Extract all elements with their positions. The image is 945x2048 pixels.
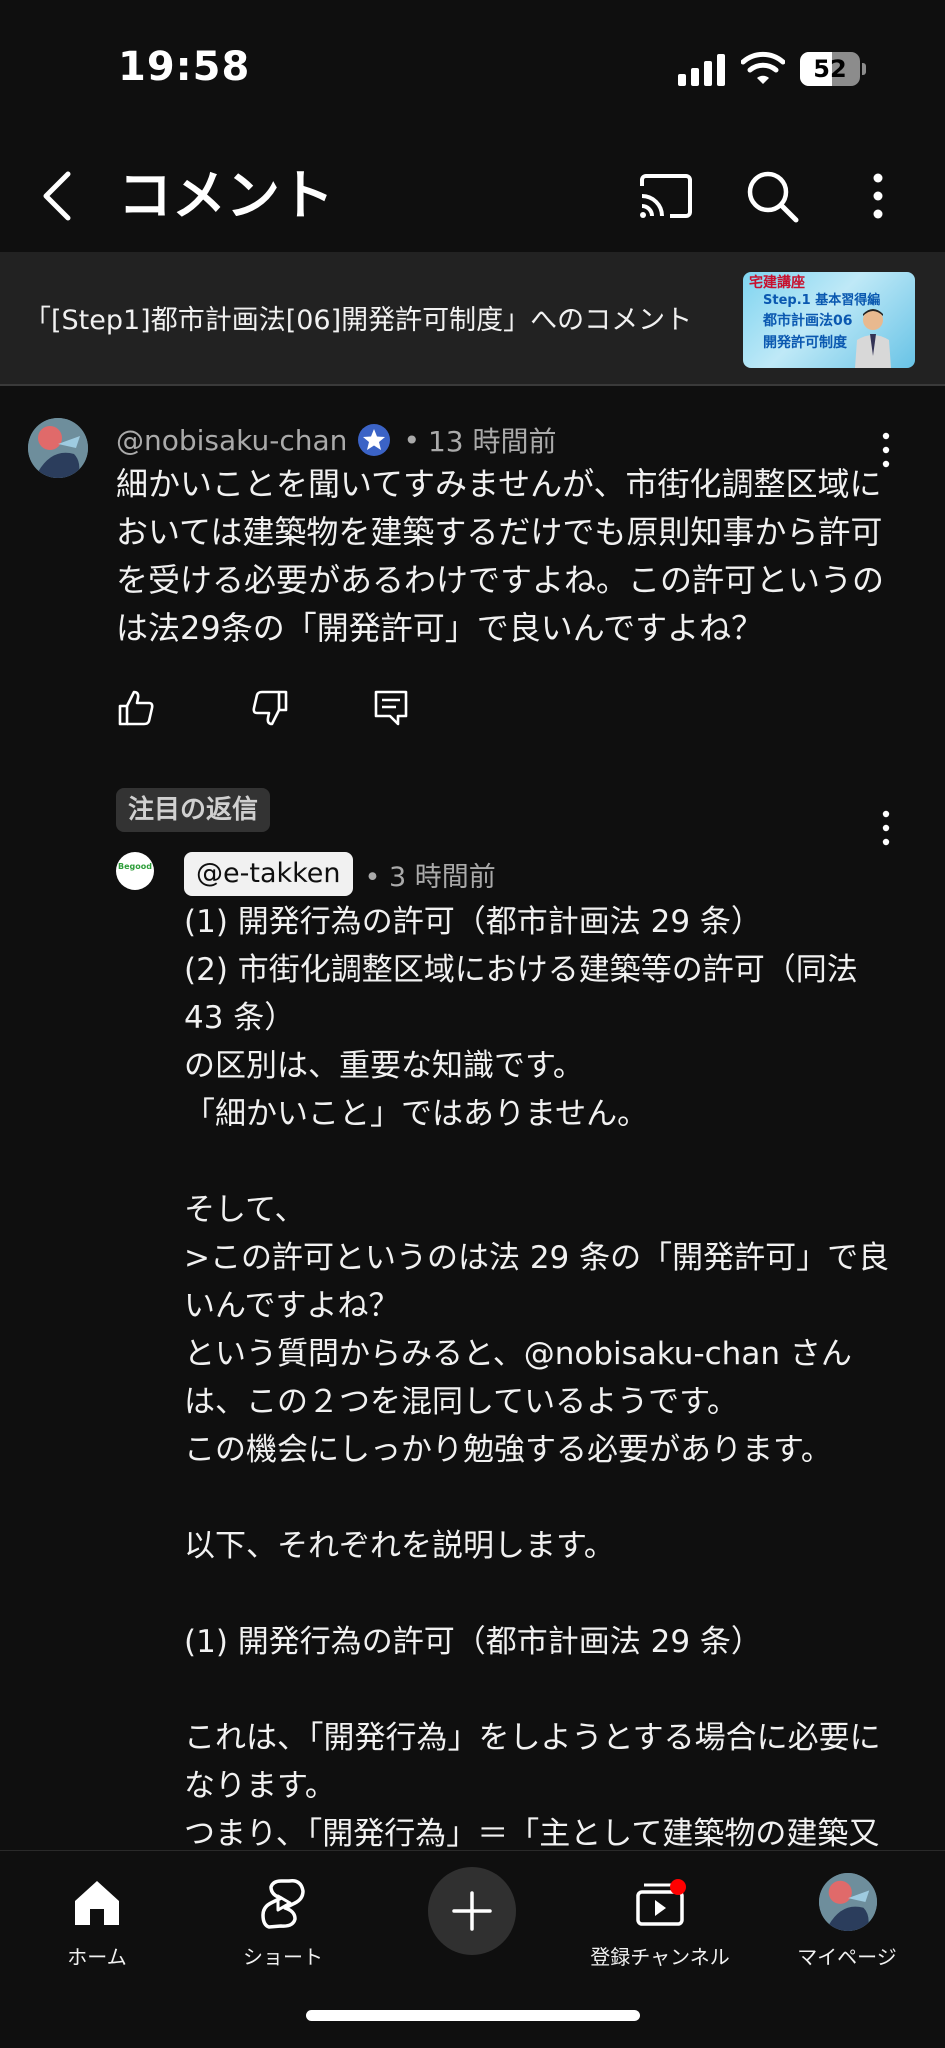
reply-meta: @e-takken • 3 時間前 <box>184 852 496 896</box>
nav-shorts-label: ショート <box>243 1945 323 1969</box>
reply-text-line: なります。 <box>184 1768 336 1804</box>
reply-text-line: (2) 市街化調整区域における建築等の許可（同法 <box>184 952 858 988</box>
reply-author[interactable]: @e-takken <box>184 852 353 896</box>
reply-time: • 3 時間前 <box>364 861 496 893</box>
status-bar: 19:58 52 <box>0 0 945 140</box>
thumbs-down-icon[interactable] <box>250 688 290 728</box>
shorts-icon <box>261 1878 305 1929</box>
meta-separator: • <box>403 423 420 457</box>
reply-text-line: 43 条） <box>184 1000 296 1036</box>
comment-text: 細かいことを聞いてすみませんが、市街化調整区域においては建築物を建築するだけでも… <box>116 465 885 647</box>
search-icon[interactable] <box>742 166 802 226</box>
video-caption: 「[Step1]都市計画法[06]開発許可制度」へのコメント <box>24 305 693 336</box>
battery-icon: 52 <box>800 52 866 86</box>
reply-text-line: この機会にしっかり勉強する必要があります。 <box>184 1432 832 1468</box>
wifi-icon <box>741 51 785 84</box>
reply-text-line: そして、 <box>184 1192 306 1228</box>
avatar-image <box>819 1873 877 1931</box>
home-indicator <box>306 2010 640 2021</box>
more-options-icon[interactable] <box>862 168 894 224</box>
cast-icon[interactable] <box>636 168 696 224</box>
reply-text-line <box>184 1138 884 1186</box>
commenter-avatar[interactable] <box>28 418 88 478</box>
member-badge-icon <box>358 424 391 456</box>
plus-icon <box>452 1891 492 1931</box>
nav-mypage-label: マイページ <box>797 1945 897 1969</box>
comment-time: 13 時間前 <box>427 425 557 458</box>
create-button[interactable] <box>428 1867 516 1955</box>
thumbnail-text: 開発許可制度 <box>763 335 847 351</box>
reply-time-value: 3 時間前 <box>389 861 496 893</box>
reply-text-line: は、この２つを混同しているようです。 <box>184 1384 738 1420</box>
nav-home[interactable]: ホーム <box>22 1861 172 1969</box>
avatar-image <box>28 418 88 478</box>
reply-text-line: (1) 開発行為の許可（都市計画法 29 条） <box>184 1624 762 1660</box>
reply-icon[interactable] <box>372 688 410 728</box>
reply-text-line <box>184 1474 884 1522</box>
highlighted-reply-badge: 注目の返信 <box>116 788 271 832</box>
notification-dot <box>670 1879 686 1895</box>
reply-menu-icon[interactable] <box>876 806 896 850</box>
reply-text-line: 以下、それぞれを説明します。 <box>184 1528 615 1564</box>
reply-author-avatar[interactable]: Begood <box>116 852 154 890</box>
app-header: コメント <box>0 140 945 252</box>
thumbs-up-icon[interactable] <box>116 688 156 728</box>
cellular-signal-icon <box>678 54 725 86</box>
page-title: コメント <box>118 164 334 227</box>
nav-subscriptions-label: 登録チャンネル <box>590 1945 730 1969</box>
reply-text-line: の区別は、重要な知識です。 <box>184 1048 584 1084</box>
my-avatar <box>819 1873 877 1931</box>
comment-meta: @nobisaku-chan • 13 時間前 <box>116 420 556 460</box>
reply-text-line: (1) 開発行為の許可（都市計画法 29 条） <box>184 904 762 940</box>
video-thumbnail[interactable]: 宅建講座 Step.1 基本習得編 都市計画法06 開発許可制度 <box>743 272 915 368</box>
thumbnail-text: 都市計画法06 <box>763 313 853 329</box>
home-icon <box>75 1881 119 1925</box>
reply-text-line: 「細かいこと」ではありません。 <box>184 1096 649 1132</box>
presenter-image <box>855 309 891 368</box>
thumbnail-text: 宅建講座 <box>749 275 805 291</box>
reply-text-line: >この許可というのは法 29 条の「開発許可」で良 <box>184 1240 890 1276</box>
reply-text-line <box>184 1570 884 1618</box>
video-banner[interactable]: 「[Step1]都市計画法[06]開発許可制度」へのコメント 宅建講座 Step… <box>0 252 945 386</box>
battery-level: 52 <box>813 55 847 83</box>
nav-shorts[interactable]: ショート <box>208 1861 358 1969</box>
nav-mypage[interactable]: マイページ <box>772 1861 922 1969</box>
avatar-logo-text: Begood <box>118 862 152 871</box>
nav-subscriptions[interactable]: 登録チャンネル <box>585 1861 735 1969</box>
reply-text: (1) 開発行為の許可（都市計画法 29 条） (2) 市街化調整区域における建築… <box>184 898 890 1858</box>
reply-text-line <box>184 1666 884 1714</box>
reply-text-line: という質問からみると、@nobisaku-chan さん <box>184 1336 852 1372</box>
status-time: 19:58 <box>118 44 251 90</box>
reply-text-line: これは、「開発行為」をしようとする場合に必要に <box>184 1720 881 1756</box>
comments-screen: 19:58 52 コメント 「[Step1]都市計画法[06]開発許可制度」への… <box>0 0 945 2048</box>
reply-text-line: いんですよね？ <box>184 1288 400 1324</box>
back-arrow-icon[interactable] <box>30 164 90 228</box>
comment-author[interactable]: @nobisaku-chan <box>116 424 347 457</box>
nav-home-label: ホーム <box>67 1945 127 1969</box>
subscriptions-icon <box>636 1879 686 1926</box>
